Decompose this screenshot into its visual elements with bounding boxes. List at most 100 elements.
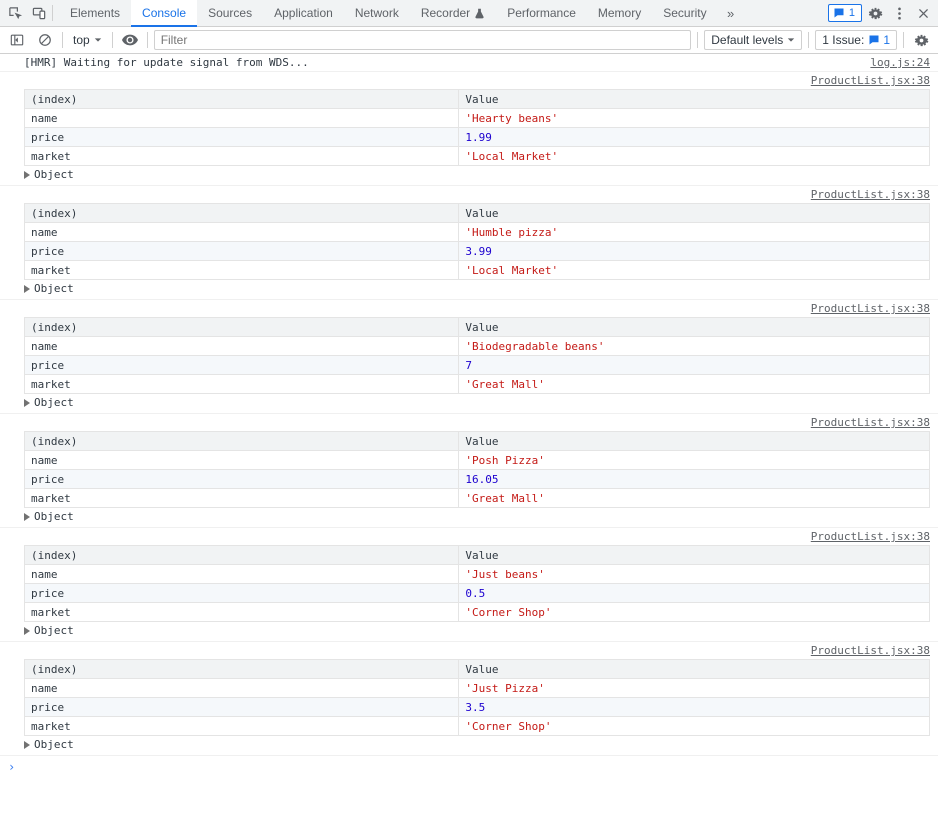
object-disclosure[interactable]: Object xyxy=(24,738,930,751)
console-settings-icon[interactable] xyxy=(910,30,932,50)
col-index[interactable]: (index) xyxy=(25,318,459,337)
object-disclosure[interactable]: Object xyxy=(24,624,930,637)
table-row: name 'Posh Pizza' xyxy=(25,451,930,470)
console-table: (index) Value name 'Just Pizza' price 3.… xyxy=(24,659,930,736)
panel-tabs: Elements Console Sources Application Net… xyxy=(59,0,718,26)
tab-elements[interactable]: Elements xyxy=(59,0,131,26)
cell-key: price xyxy=(25,242,459,261)
tab-performance[interactable]: Performance xyxy=(496,0,587,26)
chat-icon xyxy=(868,34,880,46)
toggle-sidebar-icon[interactable] xyxy=(6,30,28,50)
issues-panel-link[interactable]: 1 Issue: 1 xyxy=(815,30,897,50)
col-index[interactable]: (index) xyxy=(25,546,459,565)
cell-key: market xyxy=(25,717,459,736)
execution-context-select[interactable]: top xyxy=(69,33,106,47)
separator xyxy=(147,32,148,48)
cell-value: 'Local Market' xyxy=(459,147,930,166)
cell-key: name xyxy=(25,451,459,470)
console-table-group: ProductList.jsx:38 (index) Value name 'H… xyxy=(0,72,938,186)
col-index[interactable]: (index) xyxy=(25,90,459,109)
triangle-right-icon xyxy=(24,627,30,635)
tab-security[interactable]: Security xyxy=(652,0,717,26)
table-row: name 'Just Pizza' xyxy=(25,679,930,698)
kebab-menu-icon[interactable] xyxy=(888,2,910,24)
tab-application[interactable]: Application xyxy=(263,0,344,26)
table-row: market 'Local Market' xyxy=(25,147,930,166)
object-label: Object xyxy=(34,168,74,181)
col-value[interactable]: Value xyxy=(459,90,930,109)
cell-key: price xyxy=(25,584,459,603)
col-value[interactable]: Value xyxy=(459,546,930,565)
console-table-group: ProductList.jsx:38 (index) Value name 'P… xyxy=(0,414,938,528)
log-message: [HMR] Waiting for update signal from WDS… xyxy=(0,54,938,72)
object-disclosure[interactable]: Object xyxy=(24,282,930,295)
source-link[interactable]: ProductList.jsx:38 xyxy=(811,530,930,543)
object-disclosure[interactable]: Object xyxy=(24,510,930,523)
source-link[interactable]: ProductList.jsx:38 xyxy=(811,416,930,429)
console-table: (index) Value name 'Humble pizza' price … xyxy=(24,203,930,280)
col-index[interactable]: (index) xyxy=(25,204,459,223)
object-disclosure[interactable]: Object xyxy=(24,168,930,181)
table-row: market 'Corner Shop' xyxy=(25,603,930,622)
cell-key: market xyxy=(25,261,459,280)
console-prompt[interactable]: › xyxy=(0,756,938,778)
separator xyxy=(62,32,63,48)
table-row: market 'Local Market' xyxy=(25,261,930,280)
object-label: Object xyxy=(34,624,74,637)
col-index[interactable]: (index) xyxy=(25,432,459,451)
cell-key: name xyxy=(25,679,459,698)
source-link[interactable]: log.js:24 xyxy=(870,56,930,69)
tab-recorder[interactable]: Recorder xyxy=(410,0,496,26)
source-link[interactable]: ProductList.jsx:38 xyxy=(811,188,930,201)
flask-icon xyxy=(474,8,485,19)
table-row: market 'Great Mall' xyxy=(25,375,930,394)
console-table-group: ProductList.jsx:38 (index) Value name 'H… xyxy=(0,186,938,300)
tab-memory[interactable]: Memory xyxy=(587,0,652,26)
issues-label: 1 Issue: xyxy=(822,33,864,47)
tab-sources[interactable]: Sources xyxy=(197,0,263,26)
chat-icon xyxy=(833,7,845,19)
table-row: market 'Corner Shop' xyxy=(25,717,930,736)
object-disclosure[interactable]: Object xyxy=(24,396,930,409)
source-link[interactable]: ProductList.jsx:38 xyxy=(811,74,930,87)
log-levels-select[interactable]: Default levels xyxy=(704,30,802,50)
tab-network[interactable]: Network xyxy=(344,0,410,26)
tab-console[interactable]: Console xyxy=(131,0,197,27)
cell-value: 'Hearty beans' xyxy=(459,109,930,128)
triangle-right-icon xyxy=(24,513,30,521)
tabs-overflow-icon[interactable]: » xyxy=(720,2,742,24)
cell-value: 'Humble pizza' xyxy=(459,223,930,242)
clear-console-icon[interactable] xyxy=(34,30,56,50)
cell-value: 1.99 xyxy=(459,128,930,147)
col-value[interactable]: Value xyxy=(459,318,930,337)
table-row: price 3.5 xyxy=(25,698,930,717)
col-value[interactable]: Value xyxy=(459,660,930,679)
filter-input[interactable] xyxy=(154,30,692,50)
source-link[interactable]: ProductList.jsx:38 xyxy=(811,644,930,657)
separator xyxy=(808,32,809,48)
table-row: name 'Biodegradable beans' xyxy=(25,337,930,356)
source-link[interactable]: ProductList.jsx:38 xyxy=(811,302,930,315)
cell-key: market xyxy=(25,147,459,166)
console-toolbar: top Default levels 1 Issue: 1 xyxy=(0,27,938,54)
console-table-group: ProductList.jsx:38 (index) Value name 'J… xyxy=(0,528,938,642)
cell-key: name xyxy=(25,223,459,242)
settings-icon[interactable] xyxy=(864,2,886,24)
levels-label: Default levels xyxy=(711,33,783,47)
triangle-right-icon xyxy=(24,399,30,407)
col-index[interactable]: (index) xyxy=(25,660,459,679)
close-icon[interactable] xyxy=(912,2,934,24)
col-value[interactable]: Value xyxy=(459,204,930,223)
cell-value: 'Corner Shop' xyxy=(459,717,930,736)
separator xyxy=(112,32,113,48)
cell-key: market xyxy=(25,375,459,394)
issues-badge[interactable]: 1 xyxy=(828,4,862,22)
col-value[interactable]: Value xyxy=(459,432,930,451)
table-row: price 0.5 xyxy=(25,584,930,603)
inspect-element-icon[interactable] xyxy=(4,2,26,24)
cell-value: 'Local Market' xyxy=(459,261,930,280)
cell-value: 'Biodegradable beans' xyxy=(459,337,930,356)
device-toolbar-icon[interactable] xyxy=(28,2,50,24)
object-label: Object xyxy=(34,510,74,523)
live-expression-icon[interactable] xyxy=(119,30,141,50)
